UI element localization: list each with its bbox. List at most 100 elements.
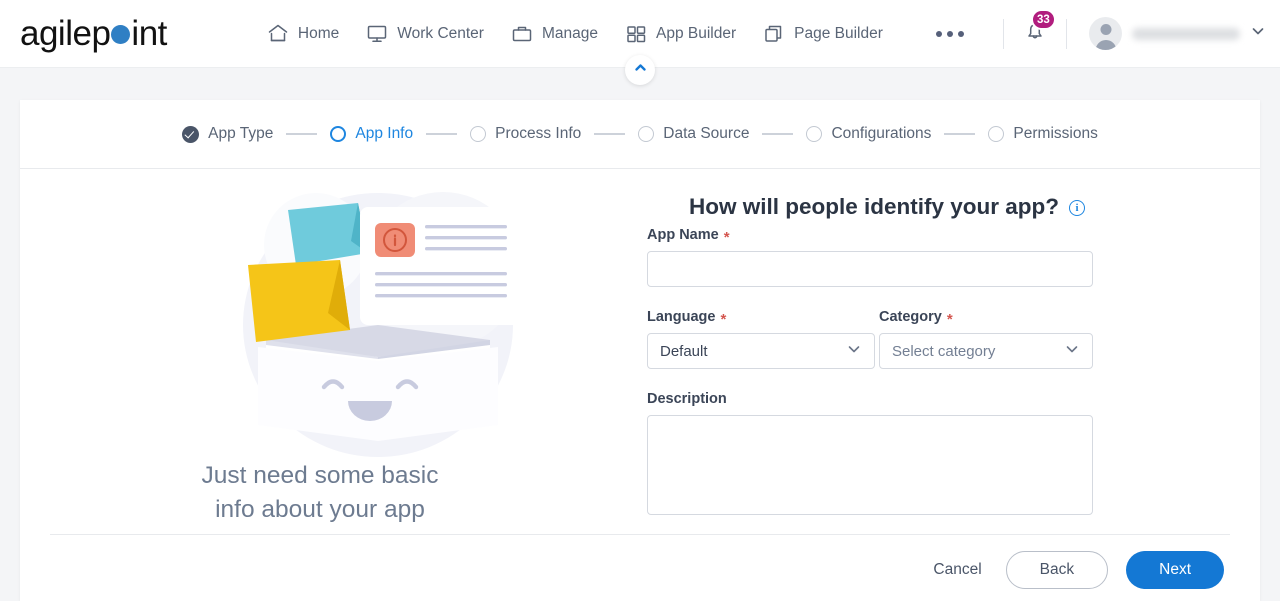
step-app-info-label: App Info — [355, 125, 414, 142]
step-data-source[interactable]: Data Source — [638, 125, 749, 143]
step-process-info[interactable]: Process Info — [470, 125, 581, 143]
step-connector — [944, 133, 976, 135]
logo-text-part2: int — [131, 13, 167, 53]
language-label-text: Language — [647, 309, 716, 325]
avatar — [1089, 17, 1122, 50]
step-connector — [594, 133, 626, 135]
radio-idle-icon — [988, 126, 1005, 142]
user-menu[interactable] — [1089, 17, 1266, 50]
step-connector — [762, 133, 794, 135]
language-label: Language * — [647, 309, 875, 328]
radio-idle-icon — [638, 126, 655, 142]
step-permissions[interactable]: Permissions — [988, 125, 1098, 143]
copy-icon — [763, 23, 785, 44]
step-permissions-label: Permissions — [1013, 125, 1098, 142]
next-button[interactable]: Next — [1126, 551, 1224, 589]
back-button[interactable]: Back — [1005, 551, 1109, 589]
form-heading: How will people identify your app? i — [626, 169, 1186, 220]
nav-item-manage[interactable]: Manage — [511, 23, 598, 44]
wizard-footer: Cancel Back Next — [20, 534, 1260, 601]
category-label: Category * — [879, 309, 1093, 328]
page-background: App Type App Info Process Info Data Sour… — [0, 68, 1280, 601]
language-select-value: Default — [660, 342, 708, 360]
check-circle-icon — [182, 125, 200, 143]
footer-divider — [50, 534, 1230, 535]
step-configurations[interactable]: Configurations — [806, 125, 931, 143]
nav-item-page-builder-label: Page Builder — [794, 24, 883, 42]
radio-active-icon — [330, 126, 347, 142]
nav-item-app-builder-label: App Builder — [655, 24, 737, 42]
illustration-caption: Just need some basic info about your app — [20, 459, 620, 527]
description-label: Description — [647, 391, 1093, 407]
app-name-label-text: App Name — [647, 227, 719, 243]
chevron-up-icon — [633, 60, 648, 80]
step-configurations-label: Configurations — [831, 125, 932, 142]
nav-item-work-center[interactable]: Work Center — [366, 23, 484, 44]
step-app-info[interactable]: App Info — [330, 125, 413, 143]
required-marker: * — [946, 310, 953, 328]
app-info-form: How will people identify your app? i App… — [626, 169, 1186, 515]
nav-item-home-label: Home — [297, 24, 340, 42]
step-connector — [426, 133, 458, 135]
bell-icon — [1022, 23, 1048, 48]
category-label-text: Category — [879, 309, 942, 325]
illustration-caption-line2: info about your app — [215, 495, 425, 523]
chevron-down-icon — [846, 341, 862, 361]
notification-count-badge: 33 — [1031, 9, 1056, 30]
description-textarea[interactable] — [647, 415, 1093, 515]
app-info-wizard-card: App Type App Info Process Info Data Sour… — [20, 100, 1260, 601]
nav-item-work-center-label: Work Center — [397, 24, 484, 42]
collapse-nav-button[interactable] — [625, 55, 655, 85]
more-dot-icon — [946, 30, 953, 37]
agilepoint-logo[interactable]: agilep int — [20, 14, 167, 54]
app-name-label: App Name * — [647, 227, 1093, 246]
monitor-icon — [366, 23, 388, 44]
language-select[interactable]: Default — [647, 333, 875, 369]
footer-actions: Cancel Back Next — [927, 551, 1224, 589]
step-process-info-label: Process Info — [495, 125, 582, 142]
illustration-column: Just need some basic info about your app — [20, 169, 620, 534]
required-marker: * — [723, 228, 730, 246]
radio-idle-icon — [806, 126, 823, 142]
wizard-stepper: App Type App Info Process Info Data Sour… — [20, 100, 1260, 169]
grid-icon — [625, 23, 647, 44]
step-app-type[interactable]: App Type — [182, 125, 273, 143]
field-language: Language * Default — [647, 309, 875, 369]
nav-item-page-builder[interactable]: Page Builder — [763, 23, 883, 44]
more-dot-icon — [935, 30, 942, 37]
nav-divider — [1003, 18, 1004, 49]
step-app-type-label: App Type — [208, 125, 274, 142]
field-category: Category * Select category — [879, 309, 1093, 369]
nav-item-home[interactable]: Home — [267, 23, 339, 44]
description-label-text: Description — [647, 391, 727, 407]
required-marker: * — [720, 310, 727, 328]
more-dot-icon — [957, 30, 964, 37]
info-icon[interactable]: i — [1069, 200, 1086, 216]
app-name-input[interactable] — [647, 251, 1093, 287]
field-app-name: App Name * — [647, 227, 1093, 287]
illustration-caption-line1: Just need some basic — [201, 462, 439, 489]
category-select-value: Select category — [892, 342, 996, 360]
chevron-down-icon — [1250, 23, 1266, 44]
nav-more-button[interactable] — [935, 30, 964, 37]
logo-dot-icon — [111, 24, 131, 44]
nav-item-manage-label: Manage — [541, 24, 598, 42]
cancel-button[interactable]: Cancel — [927, 553, 987, 587]
form-heading-text: How will people identify your app? — [688, 194, 1060, 219]
nav-divider — [1066, 18, 1067, 49]
notifications-button[interactable]: 33 — [1022, 9, 1056, 49]
wizard-content: Just need some basic info about your app… — [20, 169, 1260, 534]
step-connector — [286, 133, 318, 135]
nav-menu: Home Work Center Manage App Builder Page… — [267, 23, 964, 44]
briefcase-icon — [511, 23, 533, 44]
logo-text-part1: agilep — [20, 13, 111, 53]
home-icon — [267, 23, 289, 44]
step-data-source-label: Data Source — [663, 125, 750, 142]
category-select[interactable]: Select category — [879, 333, 1093, 369]
radio-idle-icon — [470, 126, 487, 142]
field-description: Description — [647, 391, 1093, 520]
app-info-illustration — [228, 175, 538, 470]
nav-item-app-builder[interactable]: App Builder — [625, 23, 736, 44]
chevron-down-icon — [1064, 341, 1080, 361]
user-name-redacted — [1132, 27, 1240, 40]
